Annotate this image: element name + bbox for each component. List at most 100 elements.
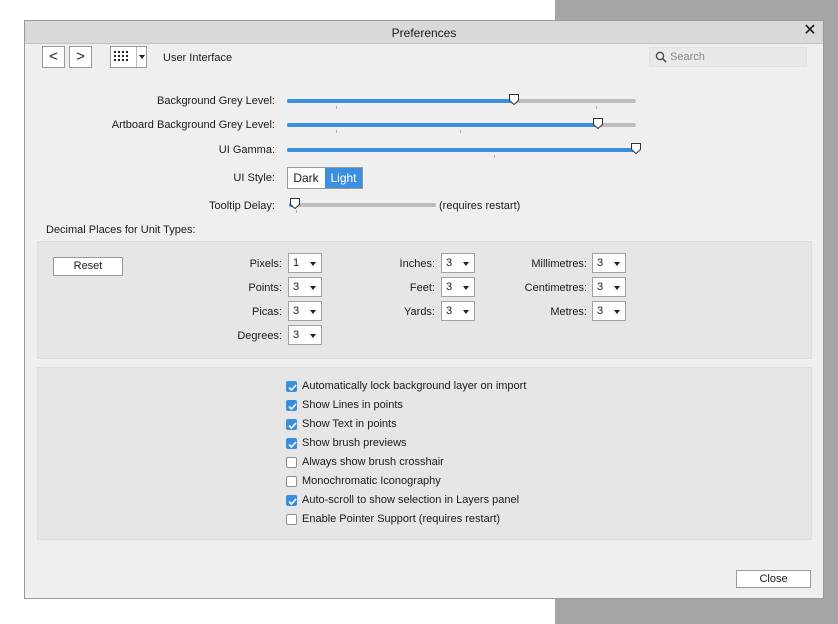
slider-tick (336, 106, 337, 109)
artboard-grey-level-label: Artboard Background Grey Level: (111, 119, 275, 131)
checkbox[interactable] (286, 419, 297, 430)
back-button[interactable]: < (42, 46, 65, 68)
option-label: Show Text in points (302, 418, 397, 430)
pixels-decimal-select[interactable]: 1 (288, 253, 322, 273)
checkbox[interactable] (286, 438, 297, 449)
select-value: 3 (446, 305, 453, 317)
toolbar: < > User Interface (25, 43, 823, 73)
chevron-down-icon (463, 310, 469, 314)
requires-restart-note: (requires restart) (439, 200, 521, 212)
feet-decimal-select[interactable]: 3 (441, 277, 475, 297)
search-box[interactable] (649, 47, 807, 67)
checkbox[interactable] (286, 476, 297, 487)
checkbox[interactable] (286, 495, 297, 506)
preferences-dialog: Preferences ✕ < > User Interface Search … (24, 20, 824, 599)
feet-label: Feet: (409, 282, 435, 294)
inches-label: Inches: (399, 258, 435, 270)
close-window-icon[interactable]: ✕ (802, 23, 818, 39)
background-grey-level-label: Background Grey Level: (156, 95, 275, 107)
select-value: 3 (446, 257, 453, 269)
section-label: User Interface (163, 52, 233, 64)
slider-track (289, 203, 436, 207)
picas-decimal-select[interactable]: 3 (288, 301, 322, 321)
chevron-down-icon (463, 286, 469, 290)
slider-fill (287, 123, 598, 127)
close-button[interactable]: Close (736, 570, 811, 588)
checkmark-icon (288, 498, 297, 506)
degrees-label: Degrees: (237, 330, 282, 342)
chevron-down-icon (310, 310, 316, 314)
millimetres-label: Millimetres: (531, 258, 587, 270)
slider-thumb[interactable] (631, 143, 641, 154)
degrees-decimal-select[interactable]: 3 (288, 325, 322, 345)
chevron-down-icon (310, 262, 316, 266)
checkmark-icon (288, 422, 297, 430)
checkbox[interactable] (286, 457, 297, 468)
search-icon (655, 51, 667, 63)
picas-label: Picas: (252, 306, 282, 318)
chevron-down-icon[interactable] (139, 55, 145, 59)
slider-tick (494, 155, 495, 158)
metres-decimal-select[interactable]: 3 (592, 301, 626, 321)
metres-label: Metres: (550, 306, 587, 318)
search-input[interactable] (670, 50, 800, 64)
dialog-title: Preferences (391, 26, 457, 40)
slider-tick (296, 210, 297, 213)
centimetres-decimal-select[interactable]: 3 (592, 277, 626, 297)
checkmark-icon (288, 441, 297, 449)
chevron-down-icon (310, 334, 316, 338)
decimal-places-heading: Decimal Places for Unit Types: (46, 224, 196, 236)
select-value: 3 (446, 281, 453, 293)
ui-style-dark-option[interactable]: Dark (288, 168, 324, 188)
checkmark-icon (288, 403, 297, 411)
yards-label: Yards: (404, 306, 435, 318)
millimetres-decimal-select[interactable]: 3 (592, 253, 626, 273)
slider-tick (460, 130, 461, 133)
tooltip-delay-slider[interactable] (289, 198, 436, 212)
forward-button[interactable]: > (69, 46, 92, 68)
option-label: Auto-scroll to show selection in Layers … (302, 494, 520, 506)
points-label: Points: (248, 282, 282, 294)
chevron-down-icon (463, 262, 469, 266)
centimetres-label: Centimetres: (524, 282, 587, 294)
option-label: Enable Pointer Support (requires restart… (302, 513, 501, 525)
chevron-down-icon (614, 310, 620, 314)
chevron-down-icon (614, 286, 620, 290)
select-value: 3 (597, 305, 604, 317)
select-value: 3 (293, 305, 300, 317)
chevron-down-icon (614, 262, 620, 266)
slider-fill (287, 148, 636, 152)
checkbox[interactable] (286, 514, 297, 525)
checkbox[interactable] (286, 400, 297, 411)
artboard-grey-level-slider[interactable] (287, 118, 636, 132)
slider-tick (336, 130, 337, 133)
slider-thumb[interactable] (592, 118, 603, 129)
select-value: 1 (293, 257, 300, 269)
option-label: Automatically lock background layer on i… (302, 380, 527, 392)
select-value: 3 (293, 281, 300, 293)
ui-gamma-label: UI Gamma: (218, 144, 275, 156)
pixels-label: Pixels: (249, 258, 282, 270)
grid-icon (114, 51, 128, 61)
chevron-down-icon (310, 286, 316, 290)
background-grey-level-slider[interactable] (287, 94, 636, 108)
slider-thumb[interactable] (508, 94, 519, 105)
ui-style-toggle: Dark Light (287, 167, 363, 189)
select-value: 3 (597, 281, 604, 293)
checkmark-icon (288, 384, 297, 392)
yards-decimal-select[interactable]: 3 (441, 301, 475, 321)
inches-decimal-select[interactable]: 3 (441, 253, 475, 273)
title-bar: Preferences ✕ (25, 21, 823, 44)
grid-button-divider (136, 47, 137, 67)
ui-gamma-slider[interactable] (287, 143, 641, 157)
option-label: Monochromatic Iconography (302, 475, 441, 487)
points-decimal-select[interactable]: 3 (288, 277, 322, 297)
slider-thumb[interactable] (289, 198, 300, 209)
select-value: 3 (293, 329, 300, 341)
checkbox[interactable] (286, 381, 297, 392)
reset-button[interactable]: Reset (53, 257, 123, 276)
section-grid-button[interactable] (110, 46, 147, 68)
ui-style-label: UI Style: (233, 172, 275, 184)
ui-style-light-option[interactable]: Light (325, 168, 362, 188)
slider-tick (596, 106, 597, 109)
